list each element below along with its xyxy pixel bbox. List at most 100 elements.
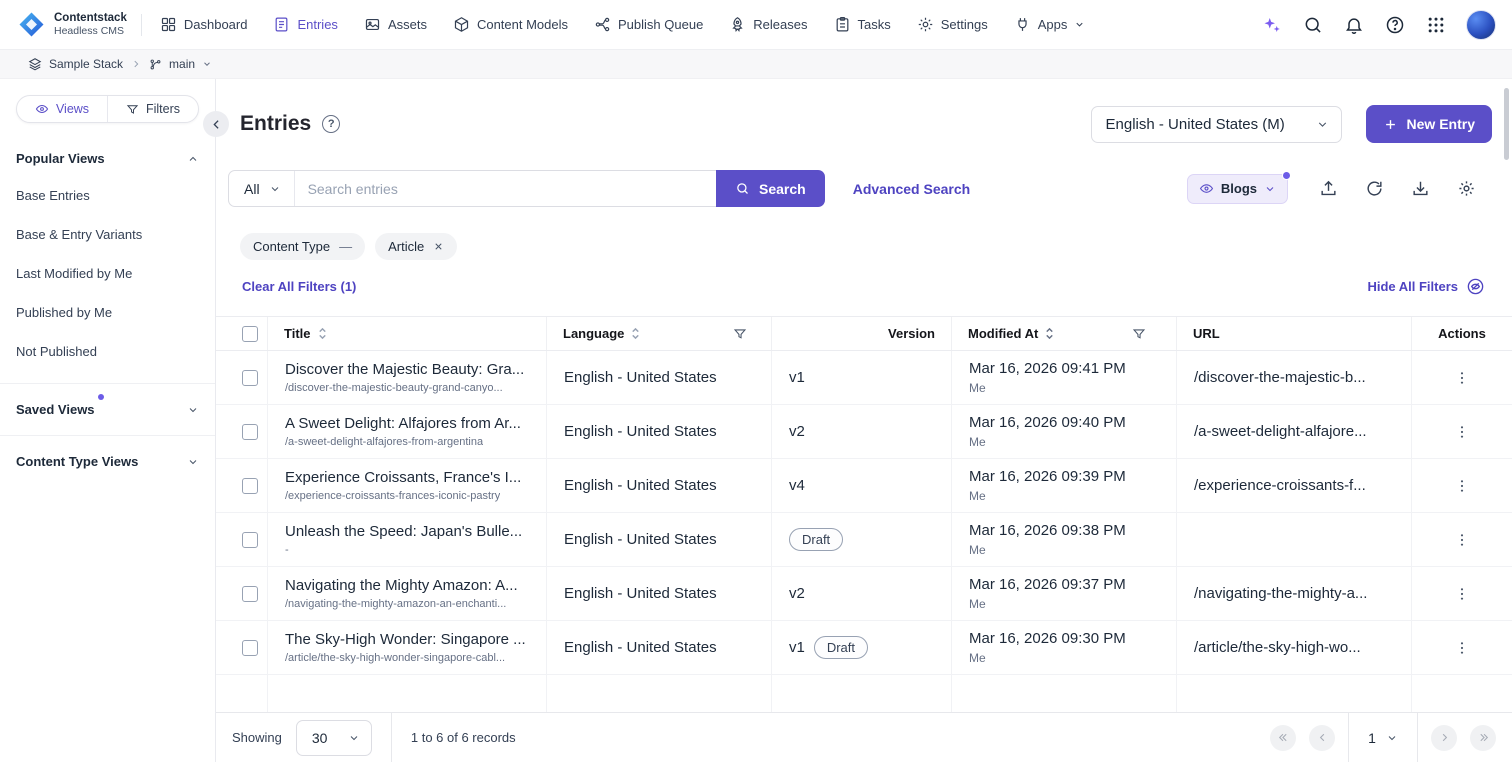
vertical-scrollbar[interactable] xyxy=(1504,88,1509,160)
column-version[interactable]: Version xyxy=(772,317,952,350)
table-settings-icon[interactable] xyxy=(1457,179,1476,198)
export-icon[interactable] xyxy=(1319,179,1338,198)
modified-by: Me xyxy=(969,543,986,557)
entry-title[interactable]: The Sky-High Wonder: Singapore ... xyxy=(285,631,526,648)
nav-dashboard[interactable]: Dashboard xyxy=(160,16,248,33)
section-content-type-views[interactable]: Content Type Views xyxy=(0,454,215,469)
row-actions-kebab-icon[interactable] xyxy=(1450,582,1474,606)
page-help-icon[interactable]: ? xyxy=(322,115,340,133)
filter-chip-article[interactable]: Article xyxy=(375,233,457,260)
row-checkbox[interactable] xyxy=(242,370,258,386)
row-checkbox[interactable] xyxy=(242,640,258,656)
app-grid-icon[interactable] xyxy=(1425,14,1446,35)
nav-entries[interactable]: Entries xyxy=(273,16,337,33)
nav-settings[interactable]: Settings xyxy=(917,16,988,33)
column-language[interactable]: Language xyxy=(547,317,772,350)
refresh-icon[interactable] xyxy=(1365,179,1384,198)
row-checkbox[interactable] xyxy=(242,424,258,440)
row-checkbox[interactable] xyxy=(242,478,258,494)
language-selector[interactable]: English - United States (M) xyxy=(1091,106,1342,143)
next-page-icon[interactable] xyxy=(1431,725,1457,751)
contentstack-logo[interactable]: Contentstack Headless CMS xyxy=(18,11,127,38)
header-checkbox-cell xyxy=(216,317,268,350)
row-actions-kebab-icon[interactable] xyxy=(1450,420,1474,444)
ai-sparkle-icon[interactable] xyxy=(1261,14,1282,35)
toggle-views[interactable]: Views xyxy=(17,96,107,122)
pagination: 1 xyxy=(1270,713,1512,762)
column-url[interactable]: URL xyxy=(1177,317,1412,350)
entry-title[interactable]: Navigating the Mighty Amazon: A... xyxy=(285,577,518,594)
entry-title[interactable]: Unleash the Speed: Japan's Bulle... xyxy=(285,523,522,540)
section-saved-views[interactable]: Saved Views xyxy=(0,402,215,417)
entry-title[interactable]: Experience Croissants, France's I... xyxy=(285,469,521,486)
row-actions-kebab-icon[interactable] xyxy=(1450,474,1474,498)
entry-version: v2 xyxy=(789,585,805,602)
sidebar-item-last-modified-by-me[interactable]: Last Modified by Me xyxy=(0,254,215,293)
popular-views-list: Base Entries Base & Entry Variants Last … xyxy=(0,176,215,371)
view-switcher-blogs[interactable]: Blogs xyxy=(1187,174,1288,204)
search-button[interactable]: Search xyxy=(716,170,825,207)
import-icon[interactable] xyxy=(1411,179,1430,198)
nav-releases[interactable]: Releases xyxy=(729,16,807,33)
previous-page-icon[interactable] xyxy=(1309,725,1335,751)
chevron-down-icon xyxy=(1316,118,1329,131)
back-button[interactable] xyxy=(203,111,229,137)
nav-apps[interactable]: Apps xyxy=(1014,16,1086,33)
table-row[interactable]: Experience Croissants, France's I... /ex… xyxy=(216,459,1512,513)
filter-funnel-icon[interactable] xyxy=(1132,327,1146,341)
search-icon[interactable] xyxy=(1302,14,1323,35)
nav-assets[interactable]: Assets xyxy=(364,16,427,33)
row-actions-kebab-icon[interactable] xyxy=(1450,366,1474,390)
brand-subtitle: Headless CMS xyxy=(54,25,127,37)
user-avatar[interactable] xyxy=(1466,10,1496,40)
sidebar-item-base-entry-variants[interactable]: Base & Entry Variants xyxy=(0,215,215,254)
nav-tasks[interactable]: Tasks xyxy=(834,16,891,33)
page-number-value: 1 xyxy=(1368,730,1376,746)
sidebar-item-published-by-me[interactable]: Published by Me xyxy=(0,293,215,332)
column-modified-at[interactable]: Modified At xyxy=(952,317,1177,350)
column-label: Language xyxy=(563,326,624,341)
search-scope-dropdown[interactable]: All xyxy=(229,171,295,206)
entries-table: Title Language Version Modified At xyxy=(216,316,1512,712)
table-row[interactable]: Discover the Majestic Beauty: Gra... /di… xyxy=(216,351,1512,405)
sidebar-item-not-published[interactable]: Not Published xyxy=(0,332,215,371)
last-page-icon[interactable] xyxy=(1470,725,1496,751)
notifications-bell-icon[interactable] xyxy=(1343,14,1364,35)
row-actions-kebab-icon[interactable] xyxy=(1450,636,1474,660)
table-row[interactable]: Navigating the Mighty Amazon: A... /navi… xyxy=(216,567,1512,621)
new-entry-button[interactable]: New Entry xyxy=(1366,105,1492,143)
filter-chip-content-type[interactable]: Content Type — xyxy=(240,233,365,260)
hide-all-filters-link[interactable]: Hide All Filters xyxy=(1367,277,1485,296)
chevron-down-icon xyxy=(187,404,199,416)
first-page-icon[interactable] xyxy=(1270,725,1296,751)
help-icon[interactable] xyxy=(1384,14,1405,35)
row-checkbox[interactable] xyxy=(242,586,258,602)
table-row[interactable]: Unleash the Speed: Japan's Bulle... - En… xyxy=(216,513,1512,567)
primary-nav: Dashboard Entries Assets Content Models … xyxy=(160,16,1086,33)
table-row[interactable]: A Sweet Delight: Alfajores from Ar... /a… xyxy=(216,405,1512,459)
nav-publish-queue[interactable]: Publish Queue xyxy=(594,16,703,33)
breadcrumb-branch[interactable]: main xyxy=(149,57,212,71)
close-icon[interactable] xyxy=(433,241,444,252)
breadcrumb-stack[interactable]: Sample Stack xyxy=(28,57,123,71)
nav-content-models[interactable]: Content Models xyxy=(453,16,568,33)
advanced-search-link[interactable]: Advanced Search xyxy=(853,181,971,197)
page-size-dropdown[interactable]: 30 xyxy=(296,720,372,756)
select-all-checkbox[interactable] xyxy=(242,326,258,342)
section-popular-views[interactable]: Popular Views xyxy=(0,151,215,166)
sidebar-item-base-entries[interactable]: Base Entries xyxy=(0,176,215,215)
table-row[interactable]: The Sky-High Wonder: Singapore ... /arti… xyxy=(216,621,1512,675)
row-actions-kebab-icon[interactable] xyxy=(1450,528,1474,552)
entry-title[interactable]: Discover the Majestic Beauty: Gra... xyxy=(285,361,524,378)
search-input[interactable] xyxy=(295,181,716,197)
row-checkbox[interactable] xyxy=(242,532,258,548)
sort-icon xyxy=(1044,327,1055,340)
chip-separator: — xyxy=(339,239,352,254)
filter-funnel-icon[interactable] xyxy=(733,327,747,341)
hide-all-filters-label: Hide All Filters xyxy=(1367,279,1458,294)
toggle-filters[interactable]: Filters xyxy=(107,96,198,122)
clear-all-filters-link[interactable]: Clear All Filters (1) xyxy=(242,279,356,294)
entry-title[interactable]: A Sweet Delight: Alfajores from Ar... xyxy=(285,415,521,432)
column-title[interactable]: Title xyxy=(268,317,547,350)
page-number-dropdown[interactable]: 1 xyxy=(1348,713,1418,762)
